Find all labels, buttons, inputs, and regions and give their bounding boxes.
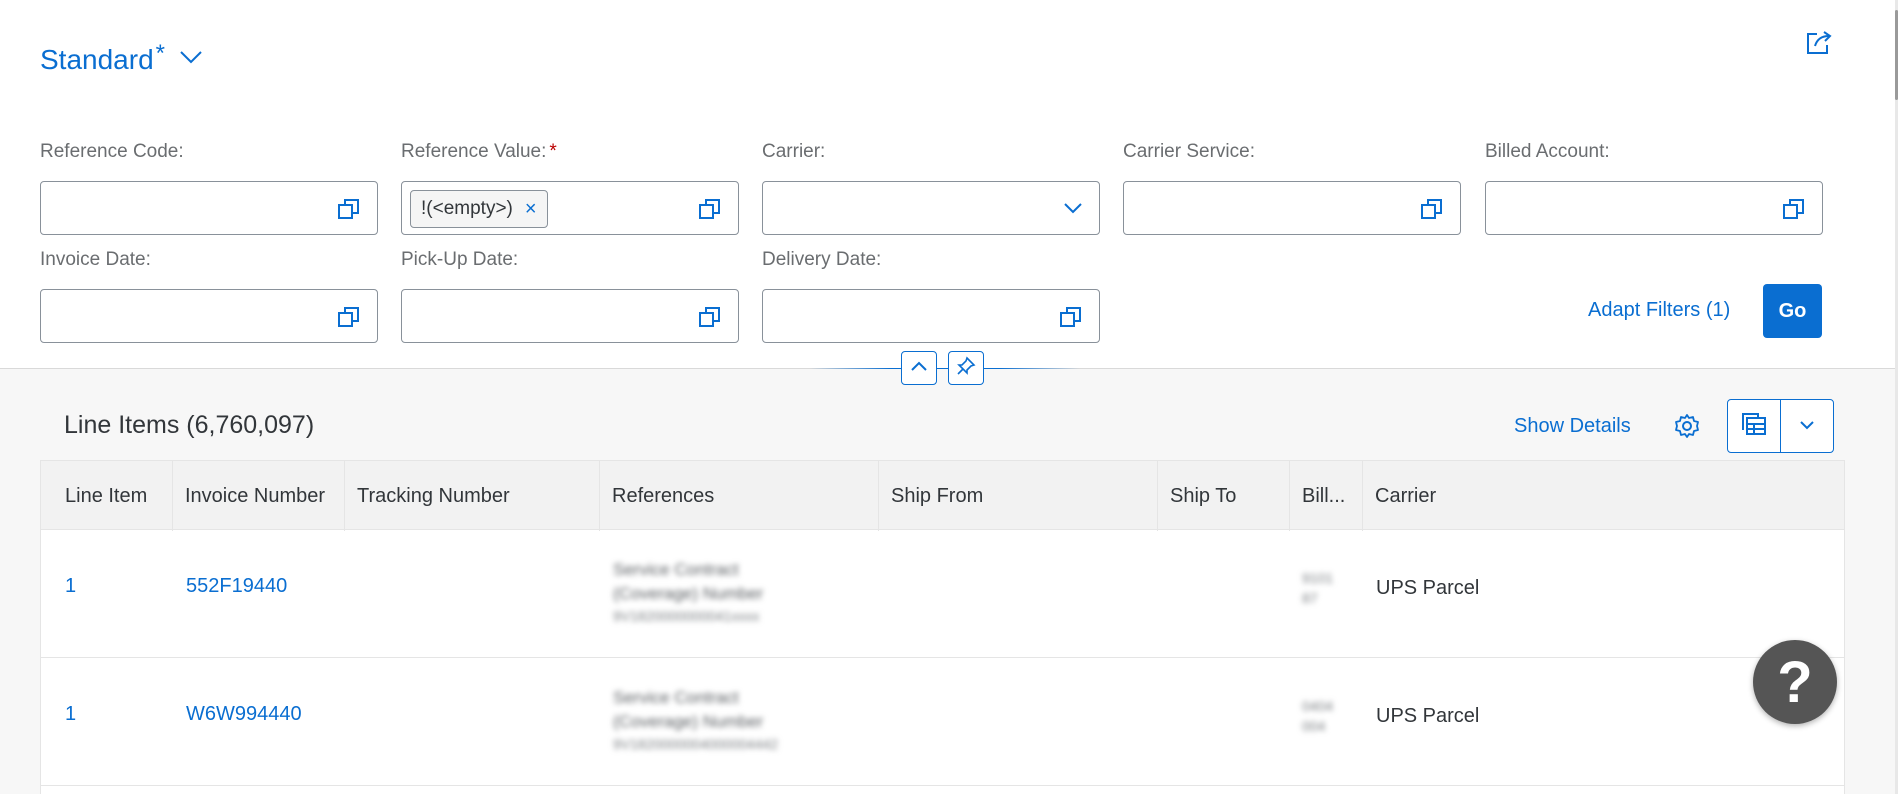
invoice-number-link[interactable]: 552F19440 — [186, 575, 287, 598]
table-row[interactable]: 1 552F19440 Service Contract (Coverage) … — [41, 530, 1844, 658]
column-header-line-item[interactable]: Line Item — [41, 461, 173, 531]
share-icon[interactable] — [1805, 30, 1833, 61]
variant-modified-marker: * — [155, 40, 165, 67]
column-header-tracking-number[interactable]: Tracking Number — [345, 461, 600, 531]
value-help-icon[interactable] — [337, 305, 361, 329]
table-row[interactable]: 1 W6W994440 Service Contract (Coverage) … — [41, 658, 1844, 786]
references-line: Service Contract — [613, 688, 739, 707]
pickup-date-input[interactable] — [401, 289, 739, 343]
value-help-icon[interactable] — [1782, 197, 1806, 221]
billed-line: 004 — [1302, 718, 1326, 734]
reference-value-input[interactable]: !(<empty>) × — [401, 181, 739, 235]
references-line: 9V1820000000041xxxx — [613, 608, 760, 624]
invoice-date-input[interactable] — [40, 289, 378, 343]
billed-account-label: Billed Account: — [1485, 141, 1610, 162]
filter-bar-header: Standard * Reference Code: Reference Val… — [0, 0, 1895, 369]
filter-pickup-date: Pick-Up Date: — [401, 249, 739, 343]
close-icon[interactable]: × — [525, 198, 537, 221]
value-help-icon[interactable] — [1420, 197, 1444, 221]
table-header-row: Line Item Invoice Number Tracking Number… — [41, 460, 1846, 531]
pickup-date-label: Pick-Up Date: — [401, 249, 519, 270]
chevron-up-icon — [910, 359, 928, 377]
billed-account-input[interactable] — [1485, 181, 1823, 235]
pin-header-button[interactable] — [948, 351, 984, 385]
export-menu-button[interactable] — [1781, 400, 1833, 452]
variant-title[interactable]: Standard — [40, 44, 154, 76]
column-header-invoice-number[interactable]: Invoice Number — [173, 461, 345, 531]
delivery-date-input[interactable] — [762, 289, 1100, 343]
reference-value-label-text: Reference Value: — [401, 141, 547, 162]
carrier-label: Carrier: — [762, 141, 826, 162]
collapse-header-button[interactable] — [901, 351, 937, 385]
filter-invoice-date: Invoice Date: — [40, 249, 378, 343]
column-header-ship-from[interactable]: Ship From — [879, 461, 1158, 531]
filter-delivery-date: Delivery Date: — [762, 249, 1100, 343]
references-cell: Service Contract (Coverage) Number 9V182… — [613, 686, 863, 754]
table-title: Line Items (6,760,097) — [64, 411, 315, 439]
delivery-date-label: Delivery Date: — [762, 249, 882, 270]
value-help-icon[interactable] — [698, 197, 722, 221]
help-button[interactable]: ? — [1753, 640, 1837, 724]
adapt-filters-link[interactable]: Adapt Filters (1) — [1588, 299, 1730, 322]
line-item-link[interactable]: 1 — [65, 575, 76, 598]
carrier-cell: UPS Parcel — [1376, 577, 1480, 599]
references-line: Service Contract — [613, 560, 739, 579]
column-header-carrier[interactable]: Carrier — [1363, 461, 1846, 531]
chevron-down-icon[interactable] — [179, 50, 203, 69]
gear-icon[interactable] — [1674, 413, 1700, 444]
value-help-icon[interactable] — [1059, 305, 1083, 329]
carrier-service-label: Carrier Service: — [1123, 141, 1255, 162]
column-header-billed[interactable]: Bill... — [1290, 461, 1363, 531]
value-help-icon[interactable] — [698, 305, 722, 329]
filter-reference-code: Reference Code: — [40, 141, 378, 235]
billed-line: 9101 — [1302, 570, 1334, 586]
filter-carrier: Carrier: — [762, 141, 1100, 235]
carrier-select[interactable] — [762, 181, 1100, 235]
references-cell: Service Contract (Coverage) Number 9V182… — [613, 558, 863, 626]
pin-icon — [956, 356, 976, 381]
token-text: !(<empty>) — [421, 198, 513, 219]
chevron-down-icon — [1799, 417, 1815, 435]
reference-code-input[interactable] — [40, 181, 378, 235]
billed-cell: 9101 87 — [1302, 568, 1333, 608]
go-button[interactable]: Go — [1763, 284, 1822, 338]
header-divider — [810, 368, 1080, 369]
references-line: (Coverage) Number — [613, 584, 764, 603]
export-icon — [1740, 411, 1768, 442]
variant-selector[interactable]: Standard * — [40, 40, 203, 76]
billed-cell: 0404 004 — [1302, 696, 1333, 736]
reference-code-label: Reference Code: — [40, 141, 184, 162]
references-line: 9V1820000004000004442 — [613, 736, 779, 752]
invoice-date-label: Invoice Date: — [40, 249, 151, 270]
billed-line: 87 — [1302, 590, 1318, 606]
chevron-down-icon[interactable] — [1063, 201, 1083, 220]
carrier-service-input[interactable] — [1123, 181, 1461, 235]
show-details-button[interactable]: Show Details — [1514, 415, 1631, 438]
export-button-group — [1727, 399, 1834, 453]
reference-value-token[interactable]: !(<empty>) × — [410, 190, 548, 228]
column-header-ship-to[interactable]: Ship To — [1158, 461, 1290, 531]
column-header-references[interactable]: References — [600, 461, 879, 531]
required-marker: * — [549, 141, 557, 162]
filter-carrier-service: Carrier Service: — [1123, 141, 1461, 235]
line-item-link[interactable]: 1 — [65, 703, 76, 726]
filter-billed-account: Billed Account: — [1485, 141, 1823, 235]
filter-reference-value: Reference Value: * !(<empty>) × — [401, 141, 739, 235]
references-line: (Coverage) Number — [613, 712, 764, 731]
billed-line: 0404 — [1302, 698, 1334, 714]
export-button[interactable] — [1728, 400, 1781, 452]
carrier-cell: UPS Parcel — [1376, 705, 1480, 727]
value-help-icon[interactable] — [337, 197, 361, 221]
invoice-number-link[interactable]: W6W994440 — [186, 703, 302, 726]
line-items-table: Line Item Invoice Number Tracking Number… — [40, 460, 1845, 794]
reference-value-label: Reference Value: * — [401, 141, 739, 165]
